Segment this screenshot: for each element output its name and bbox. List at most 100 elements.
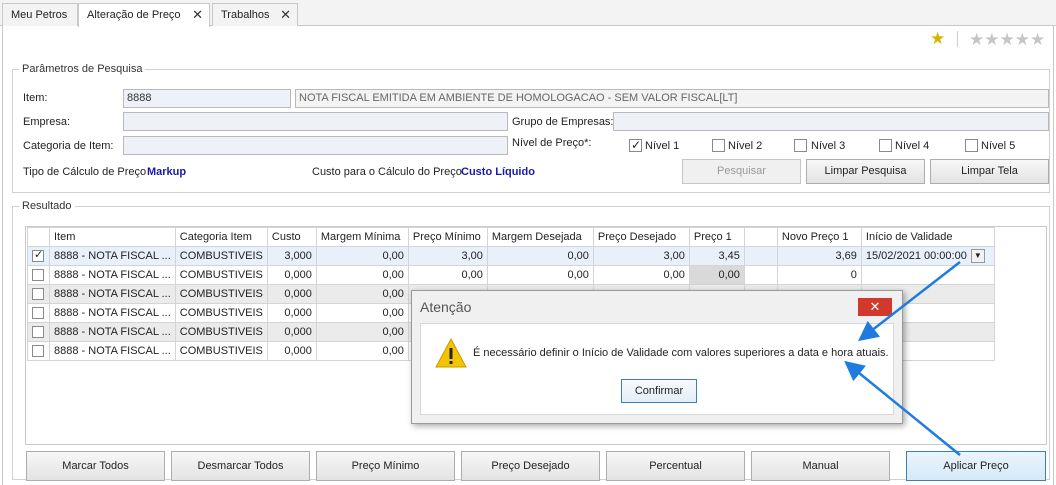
cell-item: 8888 - NOTA FISCAL ... bbox=[49, 284, 176, 304]
cell-custo: 0,000 bbox=[266, 303, 317, 323]
chevron-down-icon[interactable]: ▼ bbox=[970, 249, 985, 263]
tab-label: Meu Petros bbox=[11, 9, 68, 21]
empresa-label: Empresa: bbox=[23, 116, 71, 128]
nivel-1-label: Nível 1 bbox=[645, 140, 680, 152]
close-icon[interactable]: ✕ bbox=[280, 4, 291, 26]
row-checkbox-cell[interactable] bbox=[27, 322, 50, 342]
dialog-close-button[interactable]: ✕ bbox=[858, 298, 892, 316]
grupo-empresas-label: Grupo de Empresas: bbox=[512, 116, 614, 128]
col-margem-desejada[interactable]: Margem Desejada bbox=[486, 227, 594, 247]
custo-calculo-label: Custo para o Cálculo do Preço bbox=[312, 166, 462, 178]
cell-preco-minimo: 0,00 bbox=[407, 265, 488, 285]
limpar-tela-button[interactable]: Limpar Tela bbox=[930, 159, 1049, 184]
nivel-3-label: Nível 3 bbox=[811, 140, 846, 152]
cell-novo-preco-1[interactable]: 0 bbox=[776, 265, 862, 285]
cell-preco-minimo: 3,00 bbox=[407, 246, 488, 266]
manual-button[interactable]: Manual bbox=[751, 451, 890, 481]
nivel-2-checkbox[interactable] bbox=[712, 139, 725, 152]
cell-preco-1: 3,45 bbox=[688, 246, 745, 266]
cell-categoria: COMBUSTIVEIS bbox=[174, 246, 268, 266]
row-checkbox[interactable] bbox=[32, 307, 44, 320]
row-checkbox[interactable] bbox=[32, 326, 44, 339]
marcar-todos-button[interactable]: Marcar Todos bbox=[26, 451, 165, 481]
empresa-field[interactable] bbox=[123, 112, 508, 131]
search-params-legend: Parâmetros de Pesquisa bbox=[22, 63, 143, 75]
col-margem-minima[interactable]: Margem Mínima bbox=[315, 227, 409, 247]
nivel-3-checkbox[interactable] bbox=[794, 139, 807, 152]
preco-minimo-button[interactable]: Preço Mínimo bbox=[316, 451, 455, 481]
col-categoria[interactable]: Categoria Item bbox=[174, 227, 268, 247]
grupo-empresas-field[interactable] bbox=[613, 112, 1049, 131]
row-checkbox-cell[interactable] bbox=[27, 284, 50, 304]
item-code-field[interactable]: 8888 bbox=[123, 89, 291, 108]
row-checkbox[interactable] bbox=[32, 269, 44, 282]
aplicar-preco-button[interactable]: Aplicar Preço bbox=[906, 451, 1046, 481]
row-checkbox-cell[interactable] bbox=[27, 303, 50, 323]
cell-margem-desejada[interactable]: 0,00 bbox=[486, 265, 594, 285]
divider bbox=[957, 31, 958, 47]
col-preco-desejado[interactable]: Preço Desejado bbox=[592, 227, 690, 247]
col-blank[interactable] bbox=[743, 227, 778, 247]
col-novo-preco-1[interactable]: Novo Preço 1 bbox=[776, 227, 862, 247]
close-icon[interactable]: ✕ bbox=[192, 4, 203, 26]
col-preco-minimo[interactable]: Preço Mínimo bbox=[407, 227, 488, 247]
table-row[interactable]: 8888 - NOTA FISCAL ... COMBUSTIVEIS 3,00… bbox=[27, 246, 995, 266]
row-checkbox-cell[interactable] bbox=[27, 341, 50, 361]
tab-trabalhos[interactable]: Trabalhos ✕ bbox=[212, 3, 298, 26]
dialog-message: É necessário definir o Início de Validad… bbox=[473, 347, 889, 359]
close-icon[interactable]: ✕ bbox=[870, 299, 881, 314]
tab-meu-petros[interactable]: Meu Petros bbox=[2, 3, 78, 26]
cell-margem-minima[interactable]: 0,00 bbox=[315, 322, 409, 342]
categoria-field[interactable] bbox=[123, 136, 508, 155]
nivel-5-checkbox[interactable] bbox=[965, 139, 978, 152]
favorite-star-icon[interactable]: ★ bbox=[930, 30, 945, 48]
cell-margem-minima[interactable]: 0,00 bbox=[315, 265, 409, 285]
cell-custo: 3,000 bbox=[266, 246, 317, 266]
cell-blank bbox=[743, 246, 778, 266]
preco-desejado-button[interactable]: Preço Desejado bbox=[461, 451, 600, 481]
pesquisar-button[interactable]: Pesquisar bbox=[682, 159, 801, 184]
cell-categoria: COMBUSTIVEIS bbox=[174, 341, 268, 361]
row-checkbox[interactable] bbox=[32, 345, 44, 358]
item-label: Item: bbox=[23, 92, 48, 104]
row-checkbox-cell[interactable] bbox=[27, 265, 50, 285]
item-description-field: NOTA FISCAL EMITIDA EM AMBIENTE DE HOMOL… bbox=[295, 89, 1049, 108]
cell-categoria: COMBUSTIVEIS bbox=[174, 265, 268, 285]
cell-inicio-validade[interactable] bbox=[860, 265, 995, 285]
rating-stars[interactable]: ★★★★★ bbox=[969, 30, 1045, 50]
nivel-4-checkbox[interactable] bbox=[879, 139, 892, 152]
cell-margem-desejada[interactable]: 0,00 bbox=[486, 246, 594, 266]
tab-alteracao-preco[interactable]: Alteração de Preço ✕ bbox=[78, 3, 210, 27]
col-preco-1[interactable]: Preço 1 bbox=[688, 227, 745, 247]
tab-label: Trabalhos bbox=[221, 9, 270, 21]
result-legend: Resultado bbox=[22, 200, 72, 212]
cell-custo: 0,000 bbox=[266, 284, 317, 304]
cell-margem-minima[interactable]: 0,00 bbox=[315, 341, 409, 361]
cell-blank bbox=[743, 265, 778, 285]
tipo-calculo-label: Tipo de Cálculo de Preço bbox=[23, 166, 147, 178]
limpar-pesquisa-button[interactable]: Limpar Pesquisa bbox=[806, 159, 925, 184]
col-item[interactable]: Item bbox=[49, 227, 176, 247]
nivel-preco-label: Nível de Preço*: bbox=[512, 137, 592, 149]
cell-margem-minima[interactable]: 0,00 bbox=[315, 303, 409, 323]
row-checkbox[interactable] bbox=[32, 248, 44, 263]
percentual-button[interactable]: Percentual bbox=[606, 451, 745, 481]
cell-margem-minima[interactable]: 0,00 bbox=[315, 284, 409, 304]
cell-item: 8888 - NOTA FISCAL ... bbox=[49, 322, 176, 342]
row-checkbox[interactable] bbox=[32, 288, 44, 301]
cell-novo-preco-1[interactable]: 3,69 bbox=[776, 246, 862, 266]
nivel-1-checkbox[interactable] bbox=[629, 138, 642, 152]
cell-margem-minima[interactable]: 0,00 bbox=[315, 246, 409, 266]
confirmar-button[interactable]: Confirmar bbox=[621, 379, 697, 403]
table-row[interactable]: 8888 - NOTA FISCAL ... COMBUSTIVEIS 0,00… bbox=[27, 265, 995, 285]
cell-preco-desejado: 3,00 bbox=[592, 246, 690, 266]
col-inicio-validade[interactable]: Início de Validade bbox=[860, 227, 995, 247]
row-checkbox-cell[interactable] bbox=[27, 246, 50, 266]
col-custo[interactable]: Custo bbox=[266, 227, 317, 247]
col-select[interactable] bbox=[27, 227, 50, 247]
nivel-2-label: Nível 2 bbox=[728, 140, 763, 152]
desmarcar-todos-button[interactable]: Desmarcar Todos bbox=[171, 451, 310, 481]
cell-inicio-validade[interactable]: 15/02/2021 00:00:00 ▼ bbox=[860, 246, 995, 266]
inicio-validade-value[interactable]: 15/02/2021 00:00:00 bbox=[866, 250, 967, 262]
cell-preco-desejado: 0,00 bbox=[592, 265, 690, 285]
